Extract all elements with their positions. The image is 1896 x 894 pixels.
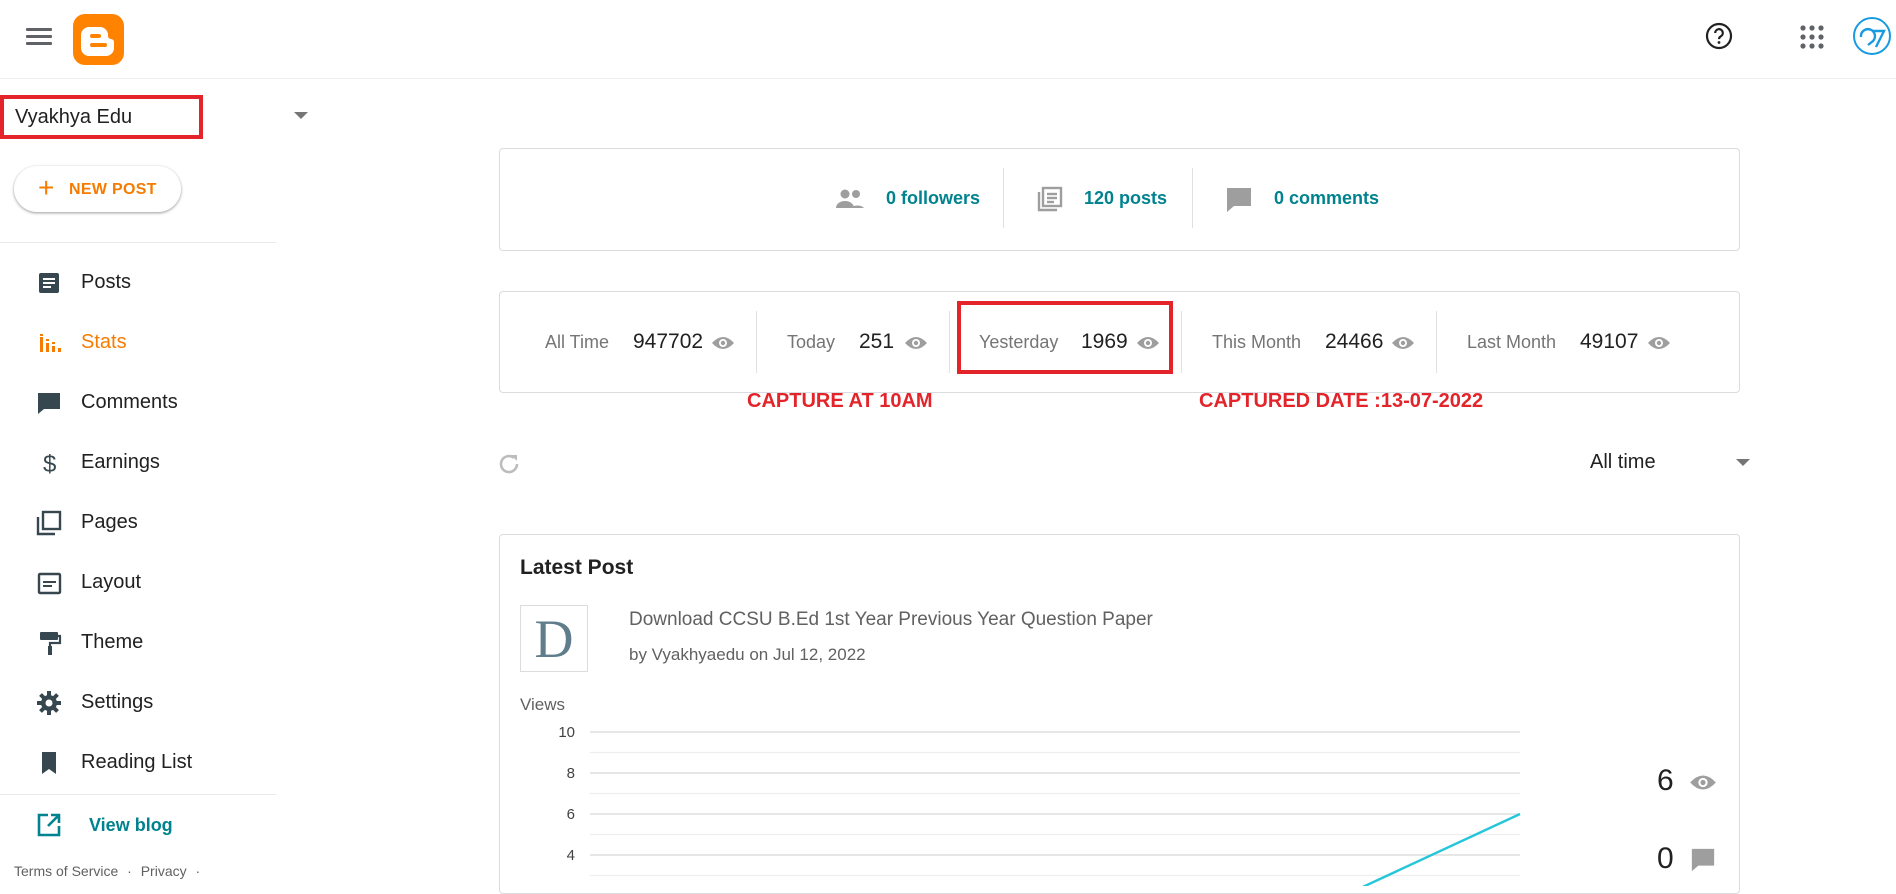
svg-text:$: $: [43, 451, 56, 477]
date-range-caret-icon[interactable]: [1736, 459, 1750, 466]
sidebar-item-layout[interactable]: Layout: [0, 555, 276, 611]
open-external-icon: [37, 813, 61, 837]
account-avatar-icon[interactable]: [1853, 17, 1891, 55]
capture-time-note: CAPTURE AT 10AM: [747, 390, 933, 412]
bookmark-icon: [42, 752, 56, 774]
posts-icon: [39, 273, 59, 293]
stat-value-last-month: 49107: [1580, 330, 1639, 353]
y-tick-label: 4: [567, 847, 575, 864]
stat-label-today: Today: [787, 332, 836, 352]
sidebar-item-pages[interactable]: Pages: [0, 495, 276, 551]
latest-post-heading: Latest Post: [520, 556, 634, 579]
top-bar: [0, 0, 1896, 79]
sidebar-item-label: Theme: [81, 631, 144, 653]
comments-icon: [38, 393, 60, 414]
comments-summary-icon: [1227, 188, 1251, 212]
stat-value-today: 251: [859, 330, 895, 353]
plus-icon: +: [38, 172, 55, 203]
eye-icon: [712, 337, 734, 349]
eye-icon: [1690, 775, 1716, 790]
y-tick-label: 10: [558, 724, 575, 741]
summary-divider: [1192, 168, 1193, 228]
footer-links: Terms of Service · Privacy ·: [14, 863, 200, 879]
summary-divider: [1003, 168, 1004, 228]
stat-label-last-month: Last Month: [1467, 332, 1557, 352]
yesterday-highlight-box: [957, 301, 1173, 374]
paint-roller-icon: [40, 632, 62, 655]
new-post-label: NEW POST: [69, 181, 157, 198]
posts-link[interactable]: 120 posts: [1084, 188, 1167, 209]
dollar-icon: $: [43, 451, 56, 477]
sidebar-item-reading-list[interactable]: Reading List: [0, 735, 276, 791]
sidebar-item-comments[interactable]: Comments: [0, 375, 276, 431]
sidebar-item-settings[interactable]: Settings: [0, 675, 276, 731]
sidebar-item-posts[interactable]: Posts: [0, 255, 276, 311]
post-title-link[interactable]: Download CCSU B.Ed 1st Year Previous Yea…: [629, 609, 1153, 631]
stats-divider: [949, 311, 950, 373]
footer-separator: ·: [127, 863, 132, 879]
y-tick-label: 8: [567, 765, 575, 782]
y-tick-label: 6: [567, 806, 575, 823]
comments-link[interactable]: 0 comments: [1274, 188, 1379, 209]
sidebar-item-label: Posts: [81, 271, 132, 293]
stats-divider: [1436, 311, 1437, 373]
sidebar-item-label: Layout: [81, 571, 142, 593]
post-comments-count: 0: [1657, 842, 1674, 875]
sidebar-item-label: Settings: [81, 691, 154, 713]
privacy-link[interactable]: Privacy: [141, 863, 187, 879]
pages-icon: [36, 510, 62, 536]
capture-date-note: CAPTURED DATE :13-07-2022: [1199, 390, 1484, 412]
gear-icon: [37, 691, 61, 715]
post-thumbnail[interactable]: D: [520, 605, 588, 672]
eye-icon: [1648, 337, 1670, 349]
stat-label-all-time: All Time: [545, 332, 610, 352]
sidebar-divider: [0, 794, 276, 795]
posts-library-icon: [1037, 186, 1063, 212]
date-range-value: All time: [1590, 451, 1656, 473]
footer-separator: ·: [195, 863, 201, 879]
stats-divider: [756, 311, 757, 373]
stat-value-this-month: 24466: [1325, 330, 1384, 353]
followers-icon: [836, 189, 864, 208]
sidebar-item-stats[interactable]: Stats: [0, 315, 276, 371]
stat-label-this-month: This Month: [1212, 332, 1302, 352]
sidebar-item-earnings[interactable]: $ Earnings: [0, 435, 276, 491]
terms-link[interactable]: Terms of Service: [14, 863, 118, 879]
views-chart: 10 8 6 4: [558, 724, 1521, 886]
sidebar-item-label: Stats: [81, 331, 127, 353]
blog-selector-caret-icon[interactable]: [294, 112, 308, 119]
comment-icon: [1691, 848, 1715, 872]
stats-divider: [1181, 311, 1182, 373]
sidebar-item-theme[interactable]: Theme: [0, 615, 276, 671]
blogger-logo-icon[interactable]: [73, 14, 124, 65]
refresh-icon[interactable]: [496, 451, 522, 477]
view-blog-label: View blog: [89, 815, 173, 835]
apps-grid-icon[interactable]: [1799, 24, 1825, 50]
sidebar-item-label: Comments: [81, 391, 178, 413]
view-blog-link[interactable]: View blog: [0, 797, 276, 853]
date-range-select[interactable]: All time: [1590, 451, 1755, 481]
post-meta: by Vyakhyaedu on Jul 12, 2022: [629, 645, 866, 664]
new-post-button[interactable]: + NEW POST: [14, 166, 181, 212]
sidebar-item-label: Reading List: [81, 751, 193, 773]
followers-link[interactable]: 0 followers: [886, 188, 980, 209]
eye-icon: [905, 337, 927, 349]
hamburger-menu-icon[interactable]: [26, 24, 52, 50]
stats-icon: [40, 334, 61, 352]
post-views-count: 6: [1657, 764, 1674, 797]
chart-ylabel: Views: [520, 695, 566, 714]
sidebar-item-label: Pages: [81, 511, 138, 533]
help-circle-icon[interactable]: [1704, 21, 1734, 51]
blog-selector[interactable]: Vyakhya Edu: [0, 95, 203, 139]
sidebar-item-label: Earnings: [81, 451, 160, 473]
sidebar-divider: [0, 242, 276, 243]
layout-icon: [37, 572, 62, 595]
stat-value-all-time: 947702: [633, 330, 704, 353]
eye-icon: [1392, 337, 1414, 349]
